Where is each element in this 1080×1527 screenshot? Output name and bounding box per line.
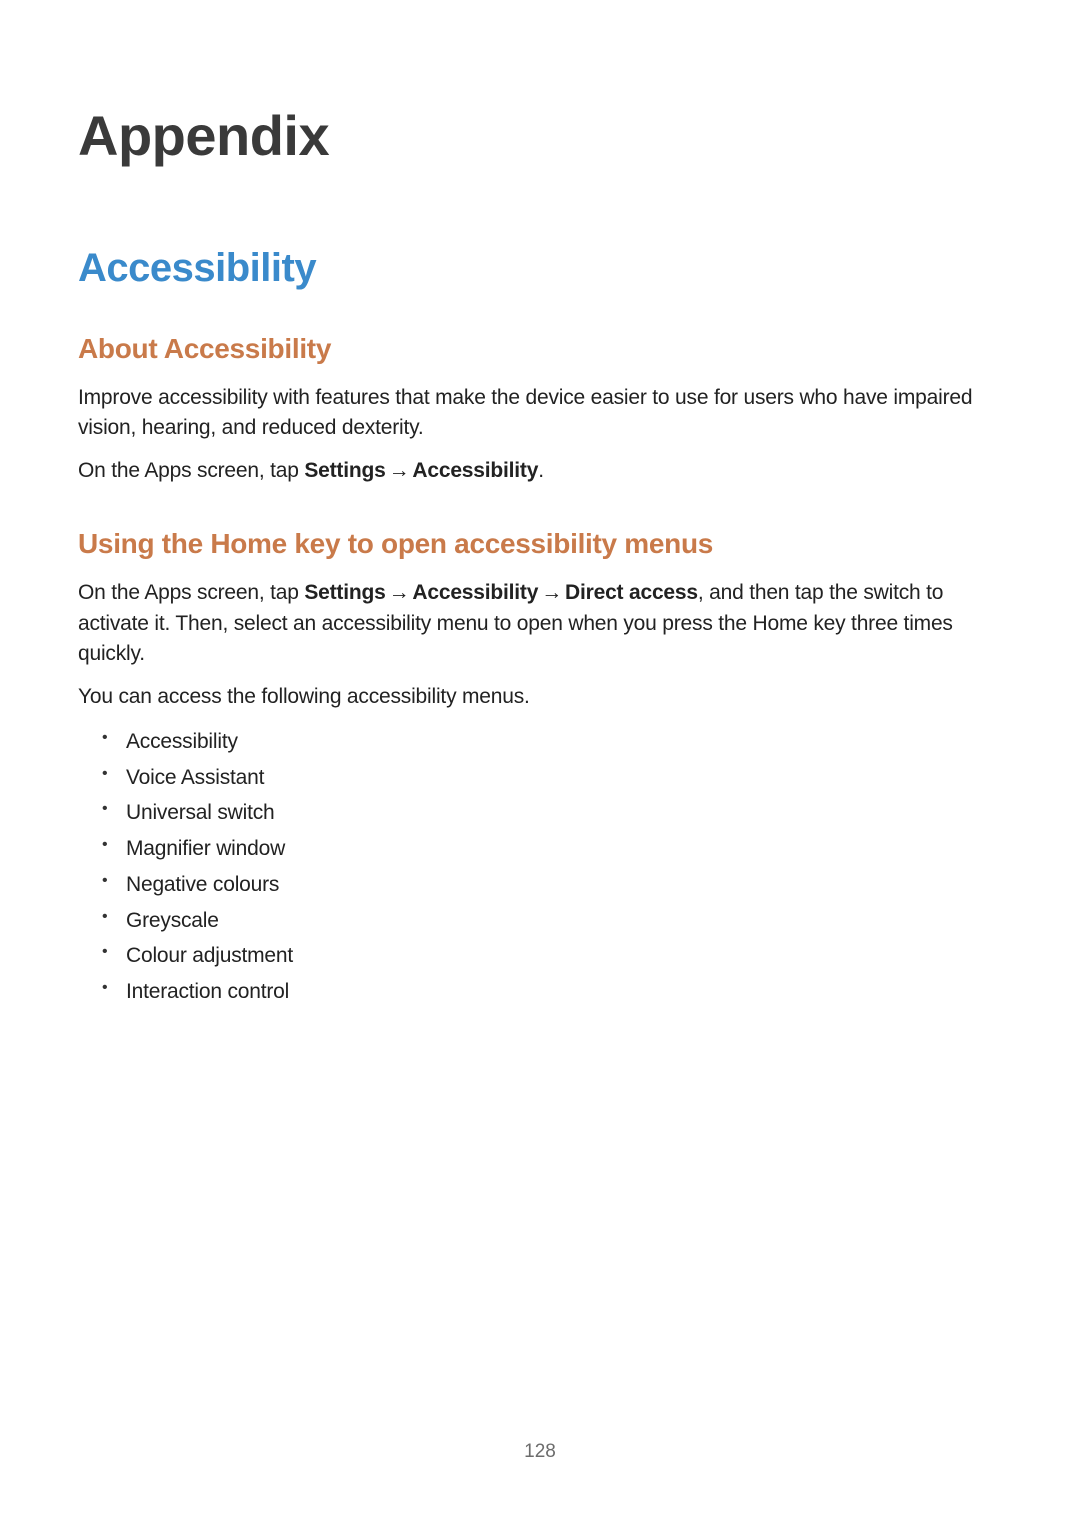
text-accessibility: Accessibility <box>412 581 538 604</box>
subsection-home-key: Using the Home key to open accessibility… <box>78 528 1002 560</box>
arrow-icon: → <box>538 581 565 604</box>
list-item: Magnifier window <box>102 831 1002 867</box>
text-pre: On the Apps screen, tap <box>78 581 304 604</box>
text-direct-access: Direct access <box>565 581 698 604</box>
section-title: Accessibility <box>78 246 1002 291</box>
arrow-icon: → <box>386 459 413 482</box>
paragraph-access-menus: You can access the following accessibili… <box>78 682 1002 712</box>
accessibility-menu-list: Accessibility Voice Assistant Universal … <box>78 724 1002 1010</box>
text-period: . <box>538 459 544 482</box>
text-pre: On the Apps screen, tap <box>78 459 304 482</box>
paragraph-home-key-path: On the Apps screen, tap Settings→Accessi… <box>78 578 1002 669</box>
text-settings: Settings <box>304 459 385 482</box>
page-number: 128 <box>0 1441 1080 1463</box>
list-item: Greyscale <box>102 903 1002 939</box>
paragraph-about-accessibility: Improve accessibility with features that… <box>78 383 1002 444</box>
list-item: Voice Assistant <box>102 760 1002 796</box>
page-content: Appendix Accessibility About Accessibili… <box>0 0 1080 1010</box>
list-item: Colour adjustment <box>102 938 1002 974</box>
subsection-about-accessibility: About Accessibility <box>78 333 1002 365</box>
text-settings: Settings <box>304 581 385 604</box>
arrow-icon: → <box>386 581 413 604</box>
list-item: Accessibility <box>102 724 1002 760</box>
chapter-title: Appendix <box>78 103 1002 168</box>
paragraph-settings-path: On the Apps screen, tap Settings→Accessi… <box>78 456 1002 486</box>
list-item: Interaction control <box>102 974 1002 1010</box>
list-item: Universal switch <box>102 795 1002 831</box>
text-accessibility: Accessibility <box>412 459 538 482</box>
list-item: Negative colours <box>102 867 1002 903</box>
